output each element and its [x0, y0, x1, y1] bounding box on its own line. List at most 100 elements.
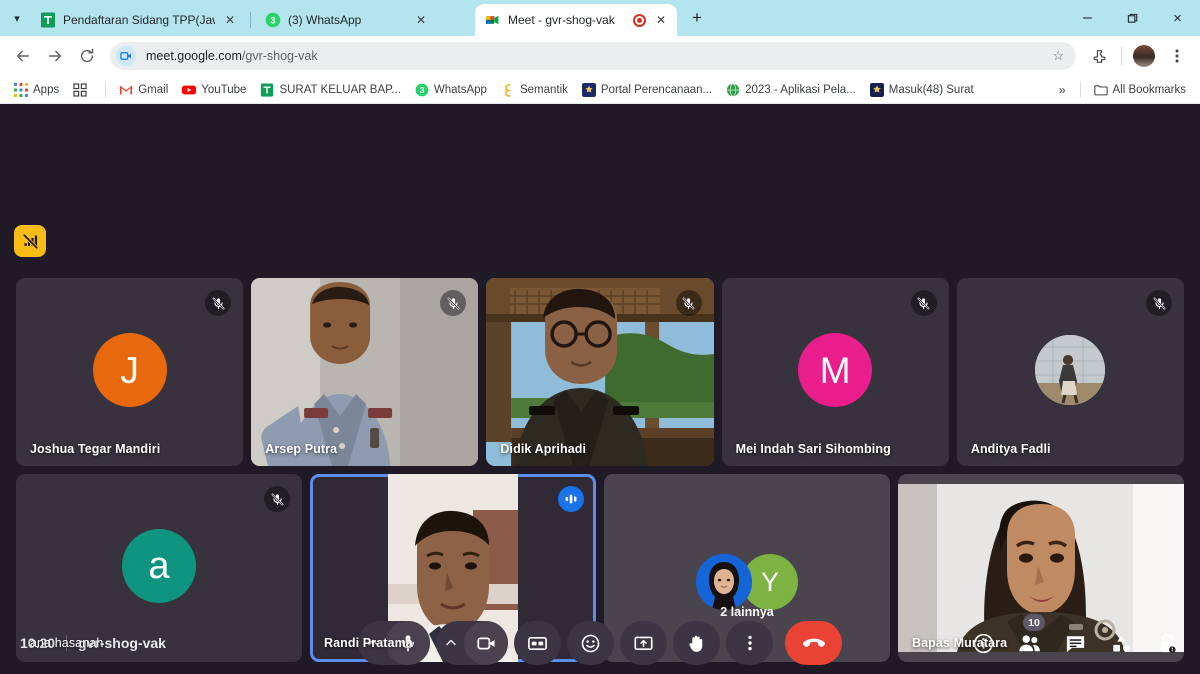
network-off-badge[interactable]	[14, 225, 46, 257]
bookmark-portal-perencanaan[interactable]: Portal Perencanaan...	[576, 80, 718, 100]
bookmark-masuk-surat[interactable]: Masuk(48) Surat	[864, 80, 980, 100]
leave-call-button[interactable]	[785, 621, 842, 665]
tab-close-icon[interactable]: ✕	[653, 12, 669, 28]
raise-hand-button[interactable]	[673, 621, 720, 665]
mic-off-icon	[1146, 290, 1173, 316]
participant-name: Didik Aprihadi	[500, 442, 587, 456]
chat-button[interactable]	[1060, 628, 1090, 658]
whatsapp-icon: 3	[415, 83, 429, 96]
mic-off-icon	[205, 290, 232, 316]
back-button[interactable]	[8, 41, 38, 71]
reactions-button[interactable]	[567, 621, 614, 665]
semantik-icon	[504, 83, 512, 97]
camera-button[interactable]	[464, 621, 508, 665]
tab-search-caret-icon[interactable]: ▾	[4, 4, 30, 32]
avatar	[1035, 335, 1106, 405]
participant-tile-arsep[interactable]: Arsep Putra	[251, 278, 479, 466]
address-bar[interactable]: meet.google.com/gvr-shog-vak ☆	[110, 42, 1076, 70]
tab-whatsapp[interactable]: 3 (3) WhatsApp ✕	[255, 4, 437, 36]
reload-button[interactable]	[72, 41, 102, 71]
bookmark-reading-list[interactable]	[67, 80, 98, 100]
participants-button[interactable]: 10	[1014, 614, 1045, 658]
bookmark-label: YouTube	[201, 83, 247, 96]
camera-control[interactable]	[436, 621, 508, 665]
bookmark-label: Gmail	[138, 83, 169, 96]
bookmark-whatsapp[interactable]: 3 WhatsApp	[409, 80, 493, 100]
participant-tile-mei[interactable]: M Mei Indah Sari Sihombing	[721, 278, 949, 466]
profile-button[interactable]	[1129, 41, 1159, 71]
toolbar-divider	[1121, 47, 1122, 65]
avatar-photo	[696, 554, 752, 610]
avatar: a	[122, 529, 196, 603]
chrome-menu-button[interactable]	[1162, 41, 1192, 71]
bookmark-star-icon[interactable]: ☆	[1052, 48, 1064, 64]
maximize-button[interactable]	[1110, 0, 1155, 36]
tab-close-icon[interactable]: ✕	[413, 12, 429, 28]
tab-title: (3) WhatsApp	[288, 13, 362, 27]
new-tab-button[interactable]: +	[683, 4, 711, 32]
participant-tile-anditya[interactable]: Anditya Fadli	[956, 278, 1185, 466]
participant-name: Bapas Muratara	[912, 636, 1008, 650]
bookmark-youtube[interactable]: YouTube	[176, 80, 252, 100]
closed-captions-icon	[528, 636, 547, 650]
avatar-initial: J	[120, 349, 139, 391]
overflow-avatars: Y	[696, 554, 798, 610]
avatar-initial: a	[148, 545, 170, 587]
host-controls-button[interactable]	[1152, 628, 1182, 658]
google-meet-app: J Joshua Tegar Mandiri Arsep Putra Didik…	[0, 104, 1200, 674]
lock-shield-icon	[1160, 633, 1176, 653]
bookmarks-overflow-button[interactable]: »	[1052, 80, 1073, 100]
profile-avatar	[1133, 45, 1155, 67]
bookmark-apps[interactable]: Apps	[8, 80, 65, 100]
bookmark-label: Masuk(48) Surat	[888, 83, 974, 96]
tab-separator	[250, 12, 251, 28]
reload-icon	[80, 48, 94, 63]
kebab-menu-icon	[1175, 49, 1179, 63]
tab-recording-indicator-icon[interactable]	[633, 13, 646, 27]
present-button[interactable]	[620, 621, 667, 665]
activities-button[interactable]	[1106, 628, 1136, 658]
arrow-right-icon	[48, 50, 62, 62]
bookmark-separator	[1079, 81, 1081, 98]
bookmark-label: Semantik	[519, 83, 568, 96]
meet-site-icon[interactable]	[116, 46, 136, 66]
avatar: J	[92, 333, 167, 407]
bookmark-separator	[105, 81, 107, 98]
participant-name: Anditya Fadli	[970, 442, 1051, 456]
browser-toolbar: meet.google.com/gvr-shog-vak ☆	[0, 36, 1200, 76]
arrow-left-icon	[16, 50, 30, 62]
avatar-photo	[1035, 335, 1106, 405]
tab-close-icon[interactable]: ✕	[222, 12, 238, 28]
bookmark-semantik[interactable]: Semantik	[495, 80, 574, 100]
emoji-smile-icon	[581, 634, 600, 652]
mic-off-icon	[675, 290, 702, 316]
close-button[interactable]: ×	[1155, 0, 1200, 36]
bookmark-aplikasi-pelayanan[interactable]: 2023 - Aplikasi Pela...	[720, 80, 862, 100]
window-controls: – ×	[1065, 0, 1200, 36]
extensions-button[interactable]	[1084, 41, 1114, 71]
more-options-button[interactable]	[726, 621, 773, 665]
tab-pendaftaran-sidang[interactable]: Pendaftaran Sidang TPP(Jawaba ✕	[30, 4, 246, 36]
forward-button[interactable]	[40, 41, 70, 71]
tab-strip: ▾ Pendaftaran Sidang TPP(Jawaba ✕ 3 (3) …	[0, 0, 1200, 36]
captions-button[interactable]	[514, 621, 561, 665]
mic-off-icon	[264, 486, 290, 512]
speaking-indicator-icon	[558, 486, 584, 512]
camera-options-caret-icon[interactable]	[440, 621, 462, 665]
meet-main-controls	[358, 610, 842, 674]
minimize-button[interactable]: –	[1065, 0, 1110, 36]
bookmark-gmail[interactable]: Gmail	[113, 80, 174, 100]
participant-tile-joshua[interactable]: J Joshua Tegar Mandiri	[16, 278, 244, 466]
sheets-icon	[261, 82, 274, 97]
participant-name: ana hasanah	[30, 636, 104, 650]
address-bar-url: meet.google.com/gvr-shog-vak	[146, 49, 318, 63]
participant-row-1: J Joshua Tegar Mandiri Arsep Putra Didik…	[16, 278, 1185, 466]
participant-tile-didik[interactable]: Didik Aprihadi	[486, 278, 714, 466]
tab-title: Pendaftaran Sidang TPP(Jawaba	[63, 13, 215, 27]
maximize-icon	[1127, 13, 1138, 23]
bookmark-label: 2023 - Aplikasi Pela...	[745, 83, 856, 96]
bookmark-surat-keluar[interactable]: SURAT KELUAR BAP...	[254, 80, 406, 100]
all-bookmarks-button[interactable]: All Bookmarks	[1088, 80, 1193, 100]
people-icon	[1018, 634, 1040, 651]
tab-google-meet[interactable]: Meet - gvr-shog-vak ✕	[475, 4, 677, 36]
